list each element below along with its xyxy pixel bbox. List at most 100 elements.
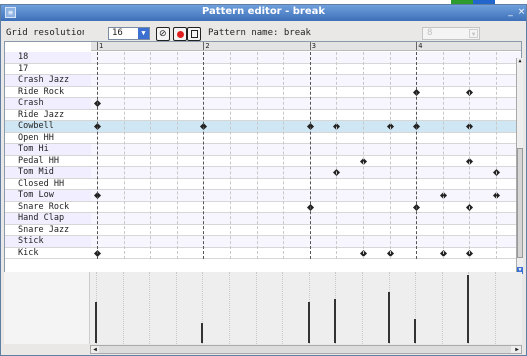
velocity-bar[interactable] [95, 302, 97, 343]
grid-row[interactable] [91, 178, 521, 190]
grid-line [336, 52, 338, 259]
instrument-row[interactable]: Crash [5, 98, 91, 110]
grid-row[interactable] [91, 247, 521, 259]
velocity-grid-line [229, 272, 230, 344]
grid-line [363, 52, 364, 259]
grid-row[interactable] [91, 63, 521, 75]
pattern-name-label: Pattern name: break [208, 28, 311, 38]
instrument-row[interactable]: Closed HH [5, 178, 91, 190]
stop-button[interactable] [187, 27, 201, 41]
grid-row[interactable] [91, 98, 521, 110]
window-title: Pattern editor - break [201, 6, 326, 17]
grid-row[interactable] [91, 52, 521, 64]
vertical-scrollbar[interactable]: ▲ ▼ [516, 58, 523, 274]
instrument-row[interactable]: Snare Rock [5, 201, 91, 213]
beat-marker-3: 3 [309, 42, 317, 50]
record-button[interactable] [173, 27, 187, 41]
grid-row[interactable] [91, 144, 521, 156]
scroll-up-icon[interactable]: ▲ [517, 58, 523, 65]
velocity-grid-line [362, 272, 363, 344]
clear-pattern-icon: ⊘ [159, 29, 167, 39]
grid-line [150, 52, 152, 259]
velocity-label-pane [4, 272, 90, 344]
title-bar[interactable]: ≡ Pattern editor - break _ × [1, 5, 526, 21]
beat-ruler[interactable]: 1 2 3 4 [91, 42, 521, 51]
velocity-bar[interactable] [467, 275, 470, 343]
velocity-canvas[interactable] [90, 272, 520, 344]
grid-row[interactable] [91, 121, 521, 133]
instrument-row[interactable]: Kick [5, 247, 91, 259]
velocity-grid-line [495, 272, 496, 344]
grid-row[interactable] [91, 201, 521, 213]
instrument-row[interactable]: Tom Hi [5, 144, 91, 156]
pattern-select-value: 8 [427, 28, 433, 38]
grid-line [309, 52, 311, 259]
grid-line [416, 52, 418, 259]
instrument-row[interactable]: Stick [5, 236, 91, 248]
close-icon[interactable]: × [516, 7, 527, 18]
grid-resolution-select[interactable]: 16 ▼ [108, 27, 150, 40]
instrument-row[interactable]: Snare Jazz [5, 224, 91, 236]
velocity-grid-line [255, 272, 257, 344]
velocity-bar[interactable] [201, 322, 204, 343]
instrument-row[interactable]: Pedal HH [5, 155, 91, 167]
chevron-down-icon[interactable]: ▼ [138, 28, 149, 39]
grid-line [256, 52, 258, 259]
grid-row[interactable] [91, 155, 521, 167]
grid-row[interactable] [91, 224, 521, 236]
horizontal-scrollbar[interactable]: ◀ ▶ [90, 345, 522, 354]
instrument-row[interactable]: Hand Clap [5, 213, 91, 225]
grid-row[interactable] [91, 167, 521, 179]
velocity-bar[interactable] [414, 319, 417, 343]
instrument-row[interactable]: Ride Jazz [5, 109, 91, 121]
velocity-grid-line [282, 272, 284, 344]
grid-line [203, 52, 205, 259]
clear-pattern-button[interactable]: ⊘ [156, 27, 170, 41]
velocity-grid-line [122, 272, 124, 344]
grid-line [123, 52, 125, 259]
grid-line [389, 52, 391, 259]
horizontal-scroll-thumb[interactable] [99, 346, 511, 353]
grid-row[interactable] [91, 86, 521, 98]
grid-line [442, 52, 444, 259]
pattern-select[interactable]: 8 ▼ [422, 27, 480, 40]
grid-line [496, 52, 497, 259]
instrument-row[interactable]: Tom Low [5, 190, 91, 202]
scroll-right-icon[interactable]: ▶ [513, 346, 521, 353]
beat-marker-2: 2 [203, 42, 210, 50]
velocity-grid-line [175, 272, 177, 344]
chevron-down-icon[interactable]: ▼ [469, 29, 478, 38]
velocity-grid-line [441, 272, 443, 344]
velocity-bar[interactable] [307, 302, 310, 343]
grid-resolution-value: 16 [112, 28, 123, 38]
note-grid[interactable] [91, 52, 521, 259]
grid-row[interactable] [91, 132, 521, 144]
stop-icon [191, 30, 198, 38]
record-icon [177, 31, 184, 38]
instrument-row[interactable]: 17 [5, 63, 91, 75]
grid-row[interactable] [91, 190, 521, 202]
grid-row[interactable] [91, 75, 521, 87]
grid-line [176, 52, 178, 259]
scroll-left-icon[interactable]: ◀ [91, 346, 99, 353]
instrument-row[interactable]: Ride Rock [5, 86, 91, 98]
grid-row[interactable] [91, 213, 521, 225]
instrument-row[interactable]: 18 [5, 52, 91, 64]
instrument-row[interactable]: Cowbell [5, 121, 91, 133]
grid-resolution-label: Grid resolution [6, 28, 84, 38]
vertical-scroll-thumb[interactable] [517, 148, 523, 258]
velocity-editor [4, 272, 522, 344]
instrument-row[interactable]: Crash Jazz [5, 75, 91, 87]
minimize-icon[interactable]: _ [505, 7, 516, 18]
instrument-row[interactable]: Tom Mid [5, 167, 91, 179]
grid-row[interactable] [91, 109, 521, 121]
grid-line [97, 52, 98, 259]
instrument-list: 18 17 Crash Jazz Ride Rock Crash Ride Jazz Cow… [5, 52, 91, 259]
grid-row[interactable] [91, 236, 521, 248]
beat-marker-1: 1 [96, 42, 104, 50]
velocity-grid-line [149, 272, 151, 344]
instrument-row[interactable]: Open HH [5, 132, 91, 144]
velocity-bar[interactable] [334, 298, 337, 343]
grid-line [283, 52, 285, 259]
velocity-bar[interactable] [387, 292, 390, 343]
